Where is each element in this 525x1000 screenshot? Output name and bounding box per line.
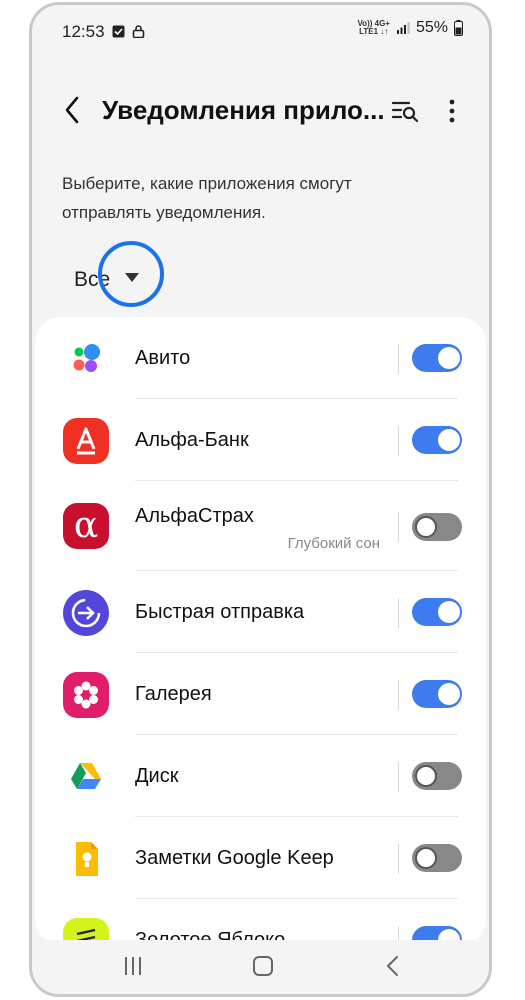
app-name: Диск [135, 765, 179, 787]
notification-toggle[interactable] [412, 426, 462, 454]
divider [398, 680, 399, 710]
notification-toggle[interactable] [412, 598, 462, 626]
gallery-icon [63, 672, 109, 718]
divider [398, 844, 399, 874]
home-icon[interactable] [249, 952, 277, 980]
search-list-icon[interactable] [389, 95, 421, 127]
app-row-zolotoe-yabloko[interactable]: Золотое Яблоко [35, 899, 486, 945]
app-list: Авито Альфа-Банк α АльфаСтрах Глубокий с… [35, 317, 486, 945]
app-row-drive[interactable]: Диск [35, 735, 486, 817]
divider [398, 762, 399, 792]
page-description: Выберите, какие приложения смогут отправ… [62, 174, 352, 222]
more-options-icon[interactable] [436, 95, 468, 127]
app-row-avito[interactable]: Авито [35, 317, 486, 399]
notification-toggle[interactable] [412, 680, 462, 708]
app-name: Быстрая отправка [135, 601, 305, 623]
battery-percent: 55% [415, 19, 448, 36]
notification-toggle[interactable] [412, 844, 462, 872]
divider [398, 598, 399, 628]
app-row-quick-share[interactable]: Быстрая отправка [35, 571, 486, 653]
phone-screen: 12:53 Vo)) 4G+ LTE1 ↓↑ 55% Уведомления п… [29, 2, 492, 997]
app-row-gallery[interactable]: Галерея [35, 653, 486, 735]
app-name: АльфаСтрах [135, 505, 254, 527]
highlight-circle [98, 241, 164, 307]
app-name: Авито [135, 347, 191, 369]
recent-apps-icon[interactable] [119, 952, 147, 980]
divider [398, 512, 399, 542]
app-row-keep[interactable]: Заметки Google Keep [35, 817, 486, 899]
back-nav-icon[interactable] [379, 952, 407, 980]
divider [398, 426, 399, 456]
google-keep-icon [63, 836, 109, 882]
app-name: Галерея [135, 683, 212, 705]
google-drive-icon [63, 754, 109, 800]
notification-toggle[interactable] [412, 513, 462, 541]
back-arrow-icon[interactable] [58, 93, 86, 127]
lock-notification-icon [132, 25, 145, 38]
notification-toggle[interactable] [412, 344, 462, 372]
message-notification-icon [112, 25, 125, 38]
alfastrah-icon: α [63, 503, 109, 549]
app-row-alfa-bank[interactable]: Альфа-Банк [35, 399, 486, 481]
app-row-alfastrah[interactable]: α АльфаСтрах Глубокий сон [35, 481, 486, 571]
status-bar: 12:53 Vo)) 4G+ LTE1 ↓↑ 55% [32, 5, 489, 57]
app-name: Альфа-Банк [135, 429, 249, 451]
avito-icon [63, 336, 109, 382]
battery-icon [454, 20, 463, 36]
quick-share-icon [63, 590, 109, 636]
notification-toggle[interactable] [412, 762, 462, 790]
signal-icon [396, 22, 410, 34]
network-label-bottom: LTE1 ↓↑ [359, 27, 389, 36]
app-status: Глубокий сон [287, 535, 380, 552]
page-title: Уведомления прило... [102, 95, 385, 125]
status-right: Vo)) 4G+ LTE1 ↓↑ 55% [357, 19, 463, 37]
app-name: Заметки Google Keep [135, 847, 334, 869]
status-time: 12:53 [62, 22, 105, 41]
navigation-bar [32, 940, 489, 994]
alfa-bank-icon [63, 418, 109, 464]
network-indicator: Vo)) 4G+ LTE1 ↓↑ [357, 20, 390, 36]
app-bar: Уведомления прило... [32, 75, 489, 145]
divider [398, 344, 399, 374]
